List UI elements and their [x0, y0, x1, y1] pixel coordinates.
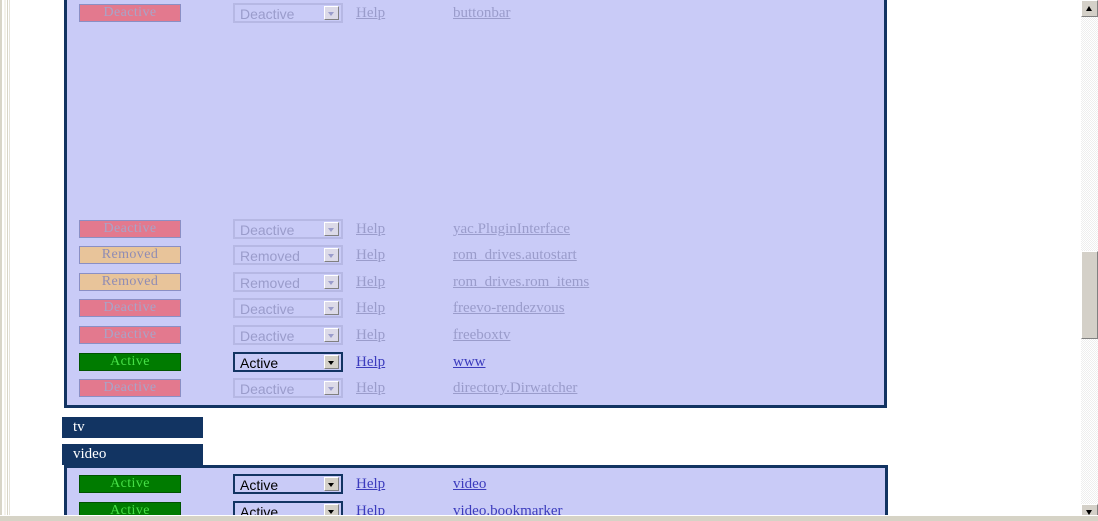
group-title-tv: tv: [62, 417, 203, 438]
plugin-row: Deactive Deactive Help buttonbar: [67, 3, 884, 29]
state-select[interactable]: Deactive: [233, 325, 343, 345]
group-title-video: video: [62, 444, 203, 465]
plugin-group-panel-top: Deactive Deactive Help buttonbar 488 - #…: [64, 0, 887, 408]
help-link[interactable]: Help: [356, 378, 385, 398]
chevron-down-icon[interactable]: [324, 6, 339, 20]
help-link[interactable]: Help: [356, 3, 385, 23]
state-select-value: Deactive: [240, 381, 295, 397]
chevron-down-icon[interactable]: [324, 381, 339, 395]
state-select[interactable]: Removed: [233, 272, 343, 292]
chevron-down-icon[interactable]: [324, 275, 339, 289]
scrollbar-thumb[interactable]: [1081, 251, 1098, 339]
state-select-value: Deactive: [240, 301, 295, 317]
chevron-down-icon[interactable]: [324, 328, 339, 342]
state-select[interactable]: Deactive: [233, 3, 343, 23]
status-button[interactable]: Removed: [79, 273, 181, 291]
plugin-row: Removed Removed Help rom_drives.autostar…: [67, 245, 884, 271]
plugin-row: Deactive Deactive Help directory.Dirwatc…: [67, 378, 884, 404]
plugin-name-link[interactable]: buttonbar: [453, 3, 511, 23]
state-select-value: Removed: [240, 275, 300, 291]
state-select[interactable]: Active: [233, 352, 343, 372]
state-select[interactable]: Removed: [233, 245, 343, 265]
plugin-row: Deactive Deactive Help yac.PluginInterfa…: [67, 219, 884, 245]
chevron-down-icon[interactable]: [324, 355, 339, 369]
help-link[interactable]: Help: [356, 219, 385, 239]
plugin-name-link[interactable]: www: [453, 352, 486, 372]
help-link[interactable]: Help: [356, 352, 385, 372]
status-button[interactable]: Deactive: [79, 4, 181, 22]
window-edge-shadow: [7, 0, 8, 521]
plugin-name-link[interactable]: rom_drives.autostart: [453, 245, 577, 265]
status-button[interactable]: Deactive: [79, 220, 181, 238]
plugin-row: Active Active Help video: [67, 474, 885, 500]
status-button[interactable]: Deactive: [79, 379, 181, 397]
vertical-scrollbar[interactable]: [1081, 0, 1098, 521]
plugin-group-panel-video: Active Active Help video Active Active H…: [64, 465, 888, 521]
window-bottom-edge: [0, 515, 1098, 521]
window-edge-highlight: [4, 0, 6, 521]
status-button[interactable]: Removed: [79, 246, 181, 264]
status-button[interactable]: Deactive: [79, 326, 181, 344]
plugin-row: Deactive Deactive Help freeboxtv: [67, 325, 884, 351]
chevron-down-icon[interactable]: [324, 222, 339, 236]
state-select-value: Deactive: [240, 6, 295, 22]
help-link[interactable]: Help: [356, 245, 385, 265]
plugin-name-link[interactable]: yac.PluginInterface: [453, 219, 570, 239]
window-bottom-highlight: [0, 515, 1098, 516]
help-link[interactable]: Help: [356, 325, 385, 345]
status-button[interactable]: Active: [79, 475, 181, 493]
plugin-name-link[interactable]: freevo-rendezvous: [453, 298, 565, 318]
help-link[interactable]: Help: [356, 474, 385, 494]
state-select-value: Removed: [240, 248, 300, 264]
plugin-row: Deactive Deactive Help freevo-rendezvous: [67, 298, 884, 324]
browser-viewport: Deactive Deactive Help buttonbar 488 - #…: [0, 0, 1098, 521]
state-select-value: Active: [240, 477, 279, 493]
plugin-name-link[interactable]: freeboxtv: [453, 325, 510, 345]
state-select-value: Deactive: [240, 328, 295, 344]
state-select-value: Active: [240, 355, 279, 371]
help-link[interactable]: Help: [356, 298, 385, 318]
plugin-description: global button bar plugin.: [89, 0, 237, 2]
plugin-name-link[interactable]: rom_drives.rom_items: [453, 272, 589, 292]
help-link[interactable]: Help: [356, 272, 385, 292]
state-select[interactable]: Deactive: [233, 298, 343, 318]
plugin-name-link[interactable]: video: [453, 474, 486, 494]
chevron-down-icon[interactable]: [324, 301, 339, 315]
chevron-down-icon[interactable]: [324, 248, 339, 262]
state-select[interactable]: Active: [233, 474, 343, 494]
plugin-row: Active Active Help www: [67, 352, 884, 378]
state-select[interactable]: Deactive: [233, 219, 343, 239]
scroll-up-arrow-icon[interactable]: [1081, 0, 1098, 17]
status-button[interactable]: Deactive: [79, 299, 181, 317]
state-select-value: Deactive: [240, 222, 295, 238]
chevron-down-icon[interactable]: [324, 477, 339, 491]
plugin-row: Removed Removed Help rom_drives.rom_item…: [67, 272, 884, 298]
window-left-edge: [0, 0, 10, 521]
plugin-name-link[interactable]: directory.Dirwatcher: [453, 378, 577, 398]
state-select[interactable]: Deactive: [233, 378, 343, 398]
page-content: Deactive Deactive Help buttonbar 488 - #…: [11, 0, 1081, 521]
status-button[interactable]: Active: [79, 353, 181, 371]
